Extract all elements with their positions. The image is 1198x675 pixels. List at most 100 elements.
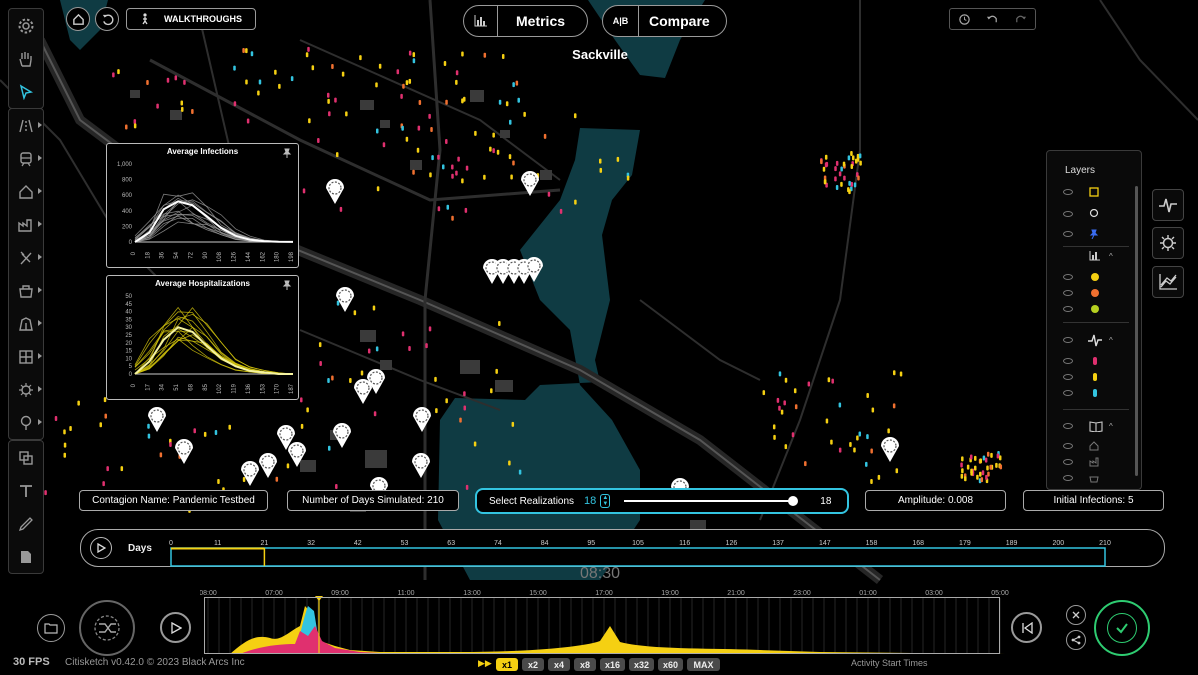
agent-dot — [183, 79, 186, 85]
speed-x32-button[interactable]: x32 — [629, 658, 654, 671]
agent-dot — [412, 58, 416, 64]
timeline-play-button[interactable] — [90, 537, 112, 559]
residence-tool[interactable] — [9, 175, 43, 208]
layer-notes[interactable] — [1063, 185, 1137, 199]
skip-back-button[interactable] — [1011, 612, 1042, 643]
text-tool[interactable] — [9, 474, 43, 507]
timeline-bar[interactable] — [170, 547, 1106, 567]
grid-tool[interactable] — [9, 340, 43, 373]
agent-dot — [191, 108, 194, 114]
agent-dot — [492, 132, 495, 138]
activity-play-button[interactable] — [160, 612, 191, 643]
location-marker[interactable] — [148, 407, 166, 432]
agent-dot — [327, 445, 331, 451]
layer-infected[interactable] — [1063, 354, 1137, 368]
layer-exposed[interactable] — [1063, 370, 1137, 384]
location-marker[interactable] — [175, 439, 193, 464]
location-marker[interactable] — [326, 179, 344, 204]
walkthroughs-button[interactable]: WALKTHROUGHS — [126, 8, 256, 30]
transit-tool[interactable] — [9, 142, 43, 175]
reset-button[interactable] — [95, 7, 119, 31]
landmark-tool[interactable] — [9, 307, 43, 340]
location-marker[interactable] — [336, 287, 354, 312]
realizations-slider[interactable] — [624, 496, 799, 506]
agent-dot — [509, 119, 512, 125]
layer-pins[interactable] — [1063, 227, 1137, 241]
select-tool[interactable] — [9, 75, 43, 108]
location-marker[interactable] — [241, 461, 259, 486]
layer-markers[interactable] — [1063, 207, 1137, 221]
home-button[interactable] — [66, 7, 90, 31]
metrics-button[interactable]: Metrics — [463, 5, 588, 37]
agent-dot — [376, 186, 380, 192]
layer-shops[interactable] — [1063, 471, 1137, 485]
location-marker[interactable] — [881, 437, 899, 462]
location-marker[interactable] — [333, 423, 351, 448]
agent-dot — [892, 370, 896, 376]
shuffle-button[interactable] — [79, 600, 135, 656]
layer-group-activity[interactable]: ^ — [1063, 333, 1137, 347]
undo-icon[interactable] — [986, 13, 999, 26]
settings-tool[interactable] — [9, 9, 43, 42]
book-icon — [1089, 421, 1103, 432]
layer-yellow[interactable] — [1063, 270, 1137, 284]
realizations-slider-thumb[interactable] — [788, 496, 799, 506]
pan-tool[interactable] — [9, 42, 43, 75]
speed-x60-button[interactable]: x60 — [658, 658, 683, 671]
speed-x2-button[interactable]: x2 — [522, 658, 544, 671]
agent-dot — [850, 150, 853, 156]
speed-x1-button[interactable]: x1 — [496, 658, 518, 671]
trend-chart-button[interactable] — [1152, 266, 1184, 298]
compare-button[interactable]: A|B Compare — [602, 5, 727, 37]
agent-dot — [435, 408, 438, 414]
road-tool[interactable] — [9, 109, 43, 142]
close-schedule-button[interactable] — [1066, 605, 1086, 625]
virus-tool[interactable] — [9, 373, 43, 406]
speed-x4-button[interactable]: x4 — [548, 658, 570, 671]
restaurant-tool[interactable] — [9, 241, 43, 274]
agent-dot — [459, 417, 462, 423]
agent-dot — [317, 137, 320, 143]
shop-tool[interactable] — [9, 274, 43, 307]
location-marker[interactable] — [412, 453, 430, 478]
layer-recovered[interactable] — [1063, 386, 1137, 400]
x-tick-label: 126 — [232, 251, 238, 262]
redo-icon[interactable] — [1014, 13, 1027, 26]
activity-start-times-chart[interactable]: 08:00 07:00 09:00 11:00 13:00 15:00 17:00 19:00… — [200, 586, 1010, 658]
layer-homes[interactable] — [1063, 439, 1137, 453]
virus-settings-button[interactable] — [1152, 227, 1184, 259]
speed-x8-button[interactable]: x8 — [574, 658, 596, 671]
x-tick-label: 90 — [203, 251, 209, 258]
realizations-stepper[interactable]: ▲ ▼ — [600, 494, 611, 508]
tool-group-annotate — [8, 440, 44, 574]
agent-dot — [517, 97, 520, 103]
agent-dot — [402, 83, 405, 89]
layer-lime[interactable] — [1063, 302, 1137, 316]
activity-area-yellow — [230, 606, 1005, 654]
layer-group-charts[interactable]: ^ — [1067, 249, 1137, 263]
history-icon[interactable] — [958, 13, 971, 26]
agent-dot — [133, 123, 137, 129]
location-marker[interactable] — [354, 379, 372, 404]
layer-workplaces[interactable] — [1063, 455, 1137, 469]
speed-max-button[interactable]: MAX — [687, 658, 720, 671]
agent-dot — [998, 455, 1002, 461]
layer-orange[interactable] — [1063, 286, 1137, 300]
confirm-button[interactable] — [1094, 600, 1150, 656]
timeline-label: Days — [128, 543, 152, 554]
timeline-track[interactable]: 0 11 21 32 42 53 63 74 84 95 105 116 126 137 147 158 168… — [160, 529, 1120, 567]
shuffle-arrows-icon — [94, 615, 120, 641]
open-folder-button[interactable] — [37, 614, 65, 642]
layer-group-places[interactable]: ^ — [1063, 419, 1137, 433]
share-button[interactable] — [1066, 630, 1086, 650]
draw-tool[interactable] — [9, 507, 43, 540]
layers-tool[interactable] — [9, 441, 43, 474]
tree-tool[interactable] — [9, 406, 43, 439]
activity-graph-button[interactable] — [1152, 189, 1184, 221]
speed-x16-button[interactable]: x16 — [600, 658, 625, 671]
document-tool[interactable] — [9, 540, 43, 573]
location-marker[interactable] — [413, 407, 431, 432]
realization-line — [134, 197, 294, 243]
industry-tool[interactable] — [9, 208, 43, 241]
location-marker[interactable] — [259, 453, 277, 478]
